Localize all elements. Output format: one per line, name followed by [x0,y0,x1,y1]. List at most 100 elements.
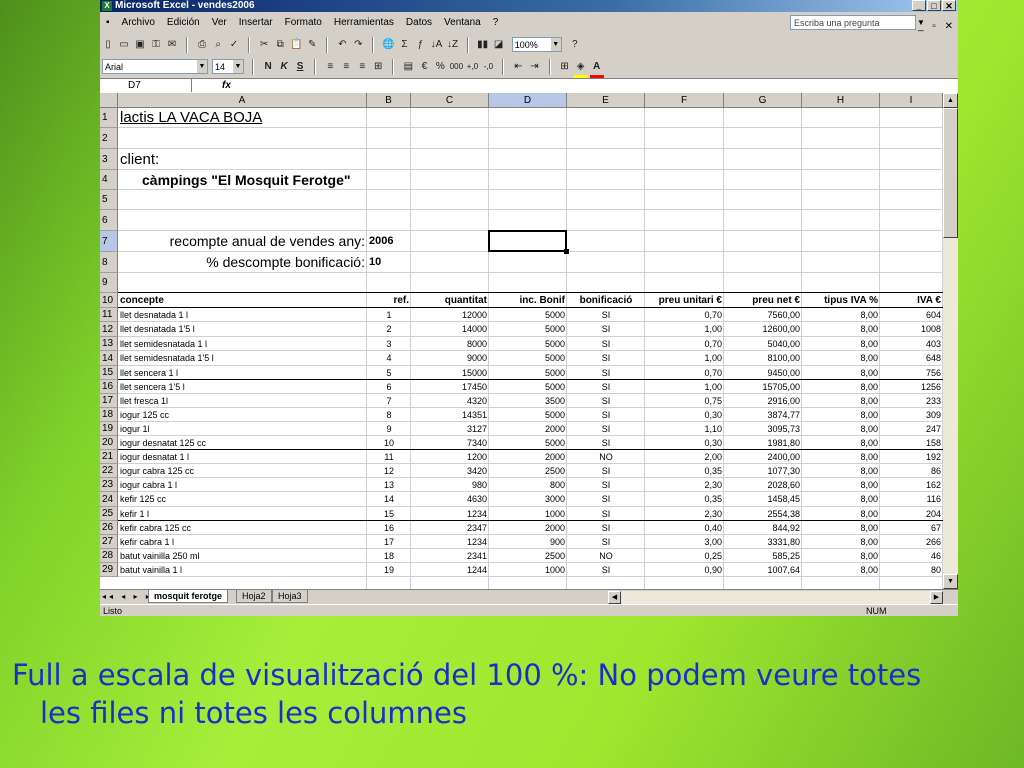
row-header-6[interactable]: 6 [100,210,118,231]
column-header-c[interactable]: C [411,93,489,108]
email-icon[interactable]: ✉ [165,37,179,53]
format-painter-icon[interactable]: ✎ [305,37,319,53]
row-header-9[interactable]: 9 [100,273,118,293]
tab-hoja3[interactable]: Hoja3 [272,590,308,603]
column-header-g[interactable]: G [724,93,802,108]
font-name-select[interactable]: Arial ▼ [102,59,208,74]
print-icon[interactable]: ⎙ [195,37,209,53]
percent-button[interactable]: % [433,59,447,75]
align-left-icon[interactable]: ≡ [323,59,337,75]
tab-hoja2[interactable]: Hoja2 [236,590,272,603]
menu-ventana[interactable]: Ventana [438,12,487,34]
active-cell-d7[interactable] [488,230,569,254]
menu-edicion[interactable]: Edición [161,12,206,34]
menu-formato[interactable]: Formato [279,12,328,34]
row-header-24[interactable]: 24 [100,492,118,507]
row-header-19[interactable]: 19 [100,422,118,436]
row-header-15[interactable]: 15 [100,366,118,380]
open-folder-icon[interactable]: ▭ [117,37,131,53]
font-size-select[interactable]: 14 ▼ [212,59,244,74]
align-right-icon[interactable]: ≡ [355,59,369,75]
save-icon[interactable]: ▣ [133,37,147,53]
hyperlink-icon[interactable]: 🌐 [382,37,396,53]
scroll-down-icon[interactable]: ▼ [943,574,958,589]
row-header-8[interactable]: 8 [100,252,118,273]
autosum-icon[interactable]: Σ [398,37,412,53]
undo-icon[interactable]: ↶ [335,37,349,53]
new-file-icon[interactable]: ▯ [101,37,115,53]
column-header-i[interactable]: I [880,93,943,108]
row-header-29[interactable]: 29 [100,563,118,577]
permission-icon[interactable]: ⚿ [149,37,163,53]
menu-insertar[interactable]: Insertar [233,12,279,34]
thousands-button[interactable]: 000 [449,59,463,75]
row-header-1[interactable]: 1 [100,108,118,128]
scroll-right-icon[interactable]: ▶ [930,591,943,604]
menu-ver[interactable]: Ver [206,12,233,34]
merge-center-icon[interactable]: ⊞ [371,59,385,75]
row-header-13[interactable]: 13 [100,337,118,351]
ask-question-input[interactable]: Escriba una pregunta [790,15,916,30]
row-header-5[interactable]: 5 [100,190,118,210]
row-header-18[interactable]: 18 [100,408,118,422]
redo-icon[interactable]: ↷ [351,37,365,53]
row-header-16[interactable]: 16 [100,380,118,394]
scroll-left-icon[interactable]: ◀ [608,591,621,604]
zoom-select[interactable]: 100% ▼ [511,37,562,52]
decrease-decimal-icon[interactable]: -,0 [481,59,495,75]
row-header-17[interactable]: 17 [100,394,118,408]
menu-archivo[interactable]: Archivo [116,12,161,34]
row-header-12[interactable]: 12 [100,322,118,337]
tab-mosquit-ferotge[interactable]: mosquit ferotge [148,590,229,603]
font-color-icon[interactable]: A [589,59,604,78]
increase-indent-icon[interactable]: ⇥ [528,59,542,75]
print-preview-icon[interactable]: ⌕ [211,37,225,53]
row-header-14[interactable]: 14 [100,351,118,366]
name-box[interactable]: D7 [100,79,192,92]
row-header-20[interactable]: 20 [100,436,118,450]
minimize-button[interactable]: _ [912,0,926,11]
row-header-27[interactable]: 27 [100,535,118,549]
excel-doc-icon[interactable]: ▪ [100,12,116,34]
row-header-21[interactable]: 21 [100,450,118,464]
cut-icon[interactable]: ✂ [257,37,271,53]
close-button[interactable]: ✕ [942,0,956,11]
bold-button[interactable]: N [261,59,275,75]
currency-icon[interactable]: ▤ [401,59,415,75]
row-header-25[interactable]: 25 [100,507,118,521]
vertical-scroll-thumb[interactable] [943,108,958,238]
help-icon[interactable]: ? [568,37,582,53]
fill-color-icon[interactable]: ◈ [573,59,588,78]
increase-decimal-icon[interactable]: +,0 [465,59,479,75]
column-header-h[interactable]: H [802,93,880,108]
row-header-10[interactable]: 10 [100,293,118,308]
chart-wizard-icon[interactable]: ▮▮ [476,37,490,53]
drawing-icon[interactable]: ◪ [492,37,506,53]
fx-icon[interactable]: fx [222,79,231,92]
italic-button[interactable]: K [277,59,291,75]
menu-herramientas[interactable]: Herramientas [328,12,400,34]
column-header-a[interactable]: A [118,93,367,108]
row-header-7[interactable]: 7 [100,231,118,252]
borders-icon[interactable]: ⊞ [558,59,572,75]
zoom-dropdown-icon[interactable]: ▼ [550,38,561,51]
row-header-23[interactable]: 23 [100,478,118,492]
fill-handle[interactable] [564,249,569,254]
row-header-3[interactable]: 3 [100,149,118,170]
function-icon[interactable]: ƒ [414,37,428,53]
maximize-button[interactable]: □ [927,0,941,11]
menu-datos[interactable]: Datos [400,12,438,34]
size-dropdown-icon[interactable]: ▼ [233,60,243,73]
vertical-scrollbar[interactable]: ▲ ▼ [943,93,958,589]
column-header-b[interactable]: B [367,93,411,108]
row-header-22[interactable]: 22 [100,464,118,478]
row-header-26[interactable]: 26 [100,521,118,535]
sort-desc-icon[interactable]: ↓Z [446,37,460,53]
align-center-icon[interactable]: ≡ [339,59,353,75]
menu-help[interactable]: ? [487,12,505,34]
column-header-e[interactable]: E [567,93,645,108]
row-header-2[interactable]: 2 [100,128,118,149]
scroll-up-icon[interactable]: ▲ [943,93,958,108]
column-header-f[interactable]: F [645,93,724,108]
decrease-indent-icon[interactable]: ⇤ [512,59,526,75]
